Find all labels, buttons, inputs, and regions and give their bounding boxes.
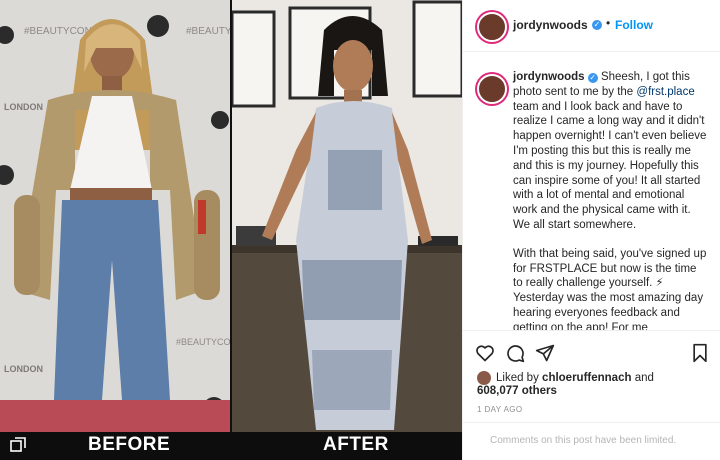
liked-by-suffix: and: [634, 372, 654, 384]
liked-by-prefix: Liked by: [496, 372, 539, 384]
post-panel: jordynwoods ✓ • Follow jordynwoods ✓ She…: [462, 0, 720, 460]
caption-paragraph-2: With that being said, you've signed up f…: [513, 247, 707, 330]
before-photo-illustration: #BEAUTYCON #BEAUTY LONDON #BEAUTYCON LON…: [0, 0, 230, 432]
share-icon[interactable]: [535, 343, 555, 368]
after-photo-illustration: [232, 0, 462, 432]
caption-avatar[interactable]: [477, 74, 507, 104]
follow-button[interactable]: Follow: [615, 18, 653, 32]
post-media[interactable]: #BEAUTYCON #BEAUTY LONDON #BEAUTYCON LON…: [0, 0, 462, 460]
save-bookmark-icon[interactable]: [691, 343, 709, 368]
liker-avatar[interactable]: [477, 371, 491, 385]
avatar[interactable]: [477, 12, 507, 42]
comment-icon[interactable]: [505, 343, 525, 368]
verified-badge-icon: ✓: [587, 73, 598, 83]
verified-badge-icon: ✓: [592, 20, 602, 30]
caption-text-part2: team and I look back and have to realize…: [513, 100, 707, 231]
dot-separator: •: [606, 16, 611, 30]
before-photo: #BEAUTYCON #BEAUTY LONDON #BEAUTYCON LON…: [0, 0, 230, 432]
liker-username[interactable]: chloeruffennach: [542, 372, 631, 384]
comments-area[interactable]: jordynwoods ✓ Sheesh, I got this photo s…: [463, 52, 720, 330]
like-heart-icon[interactable]: [475, 343, 495, 368]
backdrop-text: LONDON: [4, 102, 43, 112]
backdrop-text: LONDON: [4, 364, 43, 374]
divider: [463, 422, 720, 423]
liked-by-line: Liked by chloeruffennach and: [496, 371, 654, 385]
backdrop-text: #BEAUTYCON: [176, 337, 230, 347]
backdrop-text: #BEAUTYCON: [24, 26, 92, 37]
post-header: jordynwoods ✓ • Follow: [463, 0, 720, 52]
layers-icon: [10, 437, 26, 458]
comments-limited-notice: Comments on this post have been limited.: [490, 435, 677, 446]
post-timestamp[interactable]: 1 DAY AGO: [477, 405, 523, 414]
after-photo: [232, 0, 462, 432]
after-label: AFTER: [323, 434, 389, 455]
caption-strip: [0, 432, 462, 460]
divider: [463, 330, 720, 331]
post-caption: jordynwoods ✓ Sheesh, I got this photo s…: [513, 70, 709, 330]
mention-link[interactable]: @frst.place: [636, 86, 694, 98]
backdrop-text: #BEAUTY: [186, 26, 230, 37]
username-link[interactable]: jordynwoods: [513, 18, 588, 32]
likes-count[interactable]: 608,077 others: [477, 385, 557, 397]
caption-username[interactable]: jordynwoods: [513, 71, 585, 83]
before-label: BEFORE: [88, 434, 171, 455]
